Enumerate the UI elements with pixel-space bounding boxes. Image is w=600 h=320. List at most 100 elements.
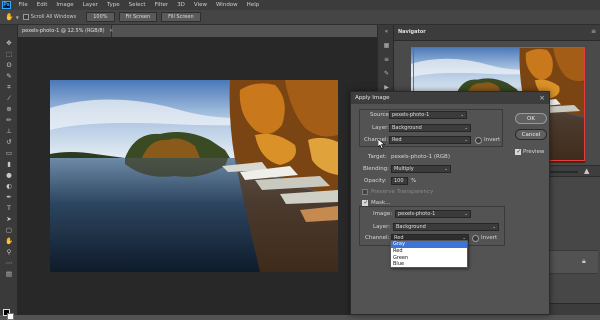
type-tool-icon[interactable]: T (4, 204, 14, 213)
ok-button[interactable]: OK (515, 113, 547, 124)
mask-layer-select[interactable]: Background ⌄ (393, 223, 499, 231)
opacity-input[interactable]: 100 (391, 177, 408, 185)
brush-panel-icon[interactable]: ✎ (382, 69, 391, 78)
document-tab[interactable]: pexels-photo-1 @ 12.5% (RGB/8) × (18, 25, 113, 37)
mask-layer-value: Background (396, 224, 426, 230)
menu-select[interactable]: Select (124, 2, 150, 8)
quick-select-tool-icon[interactable]: ✎ (4, 72, 14, 81)
menu-type[interactable]: Type (102, 2, 124, 8)
channel-option-red[interactable]: Red (391, 248, 467, 255)
source-value: pexels-photo-1 (392, 112, 430, 118)
mask-image-value: pexels-photo-1 (398, 211, 436, 217)
photo-canvas[interactable] (50, 80, 338, 272)
invert-label: Invert (484, 137, 501, 143)
apply-image-dialog: Apply Image × Source: pexels-photo-1 ⌄ La… (350, 91, 550, 315)
edit-toolbar-icon[interactable]: ▤ (4, 270, 14, 279)
shape-tool-icon[interactable]: ▢ (4, 226, 14, 235)
source-select[interactable]: pexels-photo-1 ⌄ (389, 111, 467, 119)
navigator-tab[interactable]: Navigator (398, 29, 426, 35)
menu-bar: Ps File Edit Image Layer Type Select Fil… (0, 0, 600, 10)
menu-help[interactable]: Help (242, 2, 264, 8)
zoom-tool-icon[interactable]: ⚲ (4, 248, 14, 257)
fit-screen-button[interactable]: Fit Screen (118, 12, 158, 22)
marquee-tool-icon[interactable]: ⬚ (4, 50, 14, 59)
lasso-tool-icon[interactable]: ʘ (4, 61, 14, 70)
target-value: pexels-photo-1 (RGB) (391, 154, 450, 160)
channel-option-gray[interactable]: Gray (391, 241, 467, 248)
background-color-swatch[interactable] (7, 313, 14, 320)
layer-label: Layer: (372, 125, 390, 131)
invert-radio[interactable] (475, 137, 482, 144)
channel-dropdown-list: Gray Red Green Blue (390, 240, 468, 268)
navigator-header: Navigator ≡ (394, 25, 600, 41)
target-label: Target: (368, 154, 387, 160)
path-selection-tool-icon[interactable]: ➤ (4, 215, 14, 224)
document-tab-title: pexels-photo-1 @ 12.5% (RGB/8) (22, 28, 105, 34)
pen-tool-icon[interactable]: ✒ (4, 193, 14, 202)
photoshop-logo: Ps (2, 1, 11, 9)
mask-channel-label: Channel: (365, 235, 390, 241)
channel-option-blue[interactable]: Blue (391, 261, 467, 268)
chevron-down-icon: ⌄ (464, 126, 468, 131)
history-brush-tool-icon[interactable]: ↺ (4, 138, 14, 147)
move-tool-icon[interactable]: ✥ (4, 39, 14, 48)
hand-tool-icon[interactable]: ✋ (4, 237, 14, 246)
blending-label: Blending: (363, 166, 390, 172)
lake-photo (50, 80, 338, 272)
menu-view[interactable]: View (189, 2, 211, 8)
cancel-button[interactable]: Cancel (515, 129, 547, 140)
menu-window[interactable]: Window (211, 2, 242, 8)
scroll-all-windows-checkbox[interactable] (22, 14, 29, 20)
hand-tool-icon[interactable]: ✋ (5, 13, 14, 21)
mouse-cursor-icon (378, 139, 386, 149)
channel-value: Red (392, 137, 402, 143)
chevron-down-icon: ⌄ (460, 113, 464, 118)
menu-3d[interactable]: 3D (173, 2, 190, 8)
mask-image-label: Image: (373, 211, 393, 217)
menu-image[interactable]: Image (52, 2, 78, 8)
dialog-title: Apply Image (355, 95, 390, 101)
more-tools-icon[interactable]: ⋯ (4, 259, 14, 268)
mask-layer-label: Layer: (373, 224, 391, 230)
zoom-in-icon[interactable]: ▲ (584, 167, 589, 175)
gradient-tool-icon[interactable]: ▮ (4, 160, 14, 169)
chevron-down-icon: ⌄ (464, 138, 468, 143)
fill-screen-button[interactable]: Fill Screen (161, 12, 201, 22)
tools-panel: ✥ ⬚ ʘ ✎ ⌗ ⁄ ⊕ ✏ ⊥ ↺ ▭ ▮ ● ◐ ✒ T ➤ ▢ ✋ ⚲ … (0, 25, 18, 320)
options-bar: ✋ ▼ Scroll All Windows 100% Fit Screen F… (0, 10, 600, 25)
chevron-down-icon: ⌄ (444, 167, 448, 172)
clone-stamp-tool-icon[interactable]: ⊥ (4, 127, 14, 136)
eyedropper-tool-icon[interactable]: ⁄ (4, 94, 14, 103)
menu-edit[interactable]: Edit (32, 2, 52, 8)
menu-layer[interactable]: Layer (78, 2, 102, 8)
healing-brush-tool-icon[interactable]: ⊕ (4, 105, 14, 114)
layer-select[interactable]: Background ⌄ (389, 124, 471, 132)
collapse-panels-icon[interactable]: « (382, 27, 391, 36)
crop-tool-icon[interactable]: ⌗ (4, 83, 14, 92)
preview-label: Preview (523, 149, 545, 155)
zoom-100-button[interactable]: 100% (86, 12, 115, 22)
eraser-tool-icon[interactable]: ▭ (4, 149, 14, 158)
history-panel-icon[interactable]: ▦ (382, 41, 391, 50)
dodge-tool-icon[interactable]: ◐ (4, 182, 14, 191)
blur-tool-icon[interactable]: ● (4, 171, 14, 180)
tool-preset-chevron-icon[interactable]: ▼ (16, 15, 19, 20)
preserve-transparency-checkbox[interactable] (362, 189, 368, 195)
properties-panel-icon[interactable]: ≡ (382, 55, 391, 64)
close-document-icon[interactable]: × (109, 28, 113, 34)
mask-image-select[interactable]: pexels-photo-1 ⌄ (395, 210, 471, 218)
scroll-all-windows-label: Scroll All Windows (30, 14, 77, 20)
blending-select[interactable]: Multiply ⌄ (391, 165, 451, 173)
brush-tool-icon[interactable]: ✏ (4, 116, 14, 125)
channel-select[interactable]: Red ⌄ (389, 136, 471, 144)
dialog-close-icon[interactable]: × (539, 92, 545, 104)
blending-value: Multiply (394, 166, 414, 172)
mask-invert-label: Invert (481, 235, 498, 241)
dialog-title-bar[interactable]: Apply Image × (351, 92, 549, 104)
mask-invert-radio[interactable] (472, 235, 479, 242)
panel-menu-icon[interactable]: ≡ (591, 28, 596, 35)
menu-filter[interactable]: Filter (150, 2, 173, 8)
channel-option-green[interactable]: Green (391, 255, 467, 262)
preview-checkbox[interactable] (515, 149, 521, 155)
menu-file[interactable]: File (14, 2, 32, 8)
